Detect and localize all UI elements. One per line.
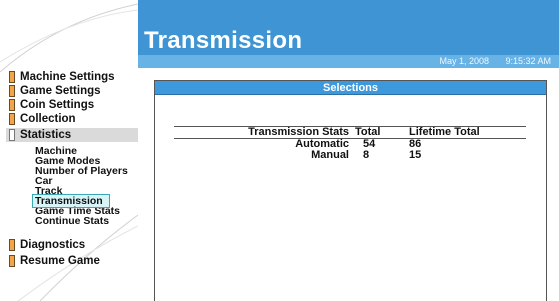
submenu-item-car[interactable]: Car [6,176,138,187]
panel-title: Selections [155,81,546,95]
page-title: Transmission [144,27,303,54]
submenu-item-continue-stats[interactable]: Continue Stats [6,216,138,227]
menu-item-resume-game[interactable]: Resume Game [6,254,138,268]
total-value: 8 [363,149,370,161]
menu-item-machine-settings[interactable]: Machine Settings [6,70,138,84]
content-area: Selections Transmission Stats Total Life… [138,68,559,301]
column-header: Lifetime Total [409,126,526,139]
folder-tab-icon [9,85,15,97]
menu-item-label: Diagnostics [20,239,86,251]
menu-item-label: Resume Game [20,255,100,267]
lifetime-total-value: 15 [409,149,422,161]
menu-item-diagnostics[interactable]: Diagnostics [6,238,138,252]
sidebar: Machine Settings Game Settings Coin Sett… [0,0,138,301]
menu-item-label: Collection [20,113,76,125]
time-display: 9:15:32 AM [505,56,551,66]
table-row: Manual 8 15 [174,150,526,161]
menu-item-game-settings[interactable]: Game Settings [6,84,138,98]
menu-item-statistics[interactable]: Statistics [6,128,138,142]
transmission-stats-table: Transmission Stats Total Lifetime Total … [174,126,526,161]
submenu-item-number-of-players[interactable]: Number of Players [6,166,138,177]
menu-item-coin-settings[interactable]: Coin Settings [6,98,138,112]
table-row: Automatic 54 86 [174,139,526,151]
main-menu: Machine Settings Game Settings Coin Sett… [6,70,138,142]
folder-tab-icon [9,99,15,111]
menu-item-label: Coin Settings [20,99,95,111]
column-header: Transmission Stats [174,126,349,139]
column-header: Total [349,126,409,139]
folder-tab-icon [9,113,15,125]
folder-tab-icon [9,71,15,83]
folder-tab-icon [9,255,15,267]
selections-panel: Selections Transmission Stats Total Life… [154,80,547,301]
menu-item-label: Machine Settings [20,71,115,83]
folder-tab-icon [9,239,15,251]
statistics-submenu: Machine Game Modes Number of Players Car… [6,146,138,226]
lifetime-total-value: 86 [409,138,422,150]
table-header-row: Transmission Stats Total Lifetime Total [174,126,526,139]
row-label: Manual [311,149,349,161]
date-time-bar: May 1, 2008 9:15:32 AM [138,55,559,68]
header-bar: Transmission [138,0,559,55]
menu-item-label: Game Settings [20,85,101,97]
menu-item-collection[interactable]: Collection [6,112,138,126]
menu-item-label: Statistics [20,129,72,141]
open-folder-tab-icon [9,129,15,141]
date-display: May 1, 2008 [439,56,489,66]
total-value: 54 [363,138,376,150]
bottom-menu: Diagnostics Resume Game [6,238,138,268]
